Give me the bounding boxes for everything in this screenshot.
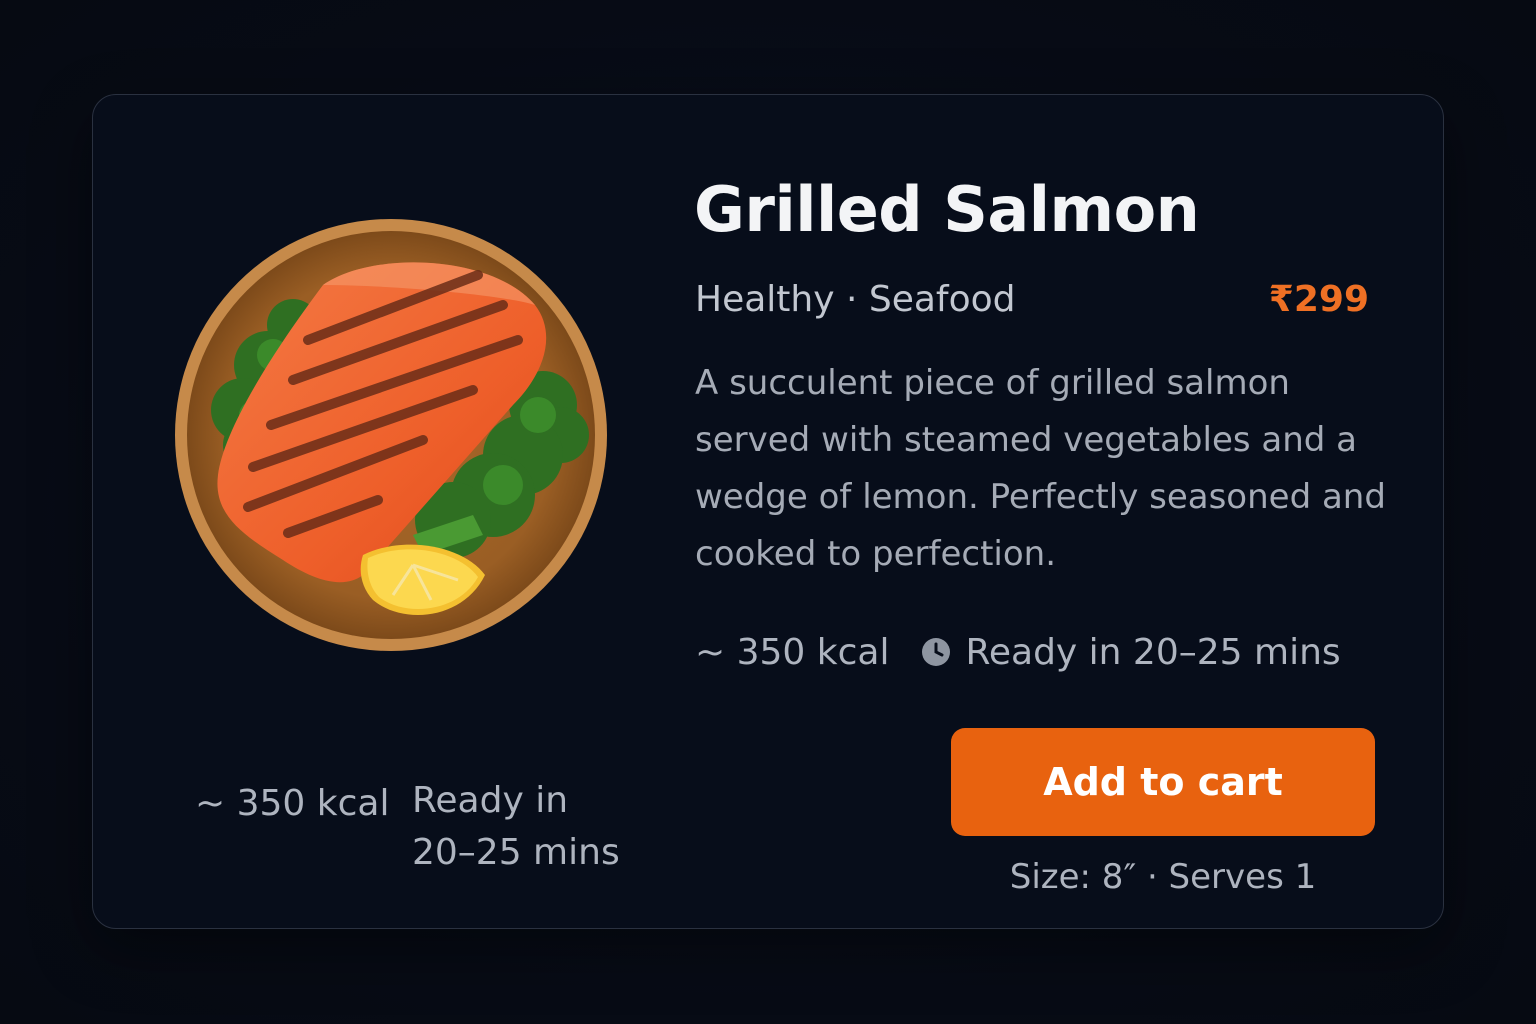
- left-meta: ~ 350 kcal Ready in 20–25 mins: [195, 780, 655, 893]
- ready-time-secondary: Ready in 20–25 mins: [412, 780, 620, 873]
- calories-label-secondary: ~ 350 kcal: [195, 783, 390, 824]
- product-card: ~ 350 kcal Ready in 20–25 mins Grilled S…: [92, 94, 1444, 929]
- product-price: ₹299: [1268, 279, 1369, 320]
- product-tags: Healthy · Seafood: [695, 279, 1016, 320]
- ready-time-label: Ready in 20–25 mins: [965, 631, 1341, 673]
- product-description: A succulent piece of grilled salmon serv…: [695, 363, 1386, 574]
- salmon-plate-icon: [175, 219, 607, 651]
- product-title: Grilled Salmon: [694, 173, 1200, 246]
- calories-label: ~ 350 kcal: [695, 631, 890, 673]
- add-to-cart-button[interactable]: Add to cart: [951, 728, 1375, 836]
- meta-row: ~ 350 kcal Ready in 20–25 mins: [695, 627, 1341, 677]
- product-image: [173, 215, 613, 655]
- clock-icon: [921, 637, 951, 667]
- size-serves-note: Size: 8″ · Serves 1: [1009, 857, 1317, 897]
